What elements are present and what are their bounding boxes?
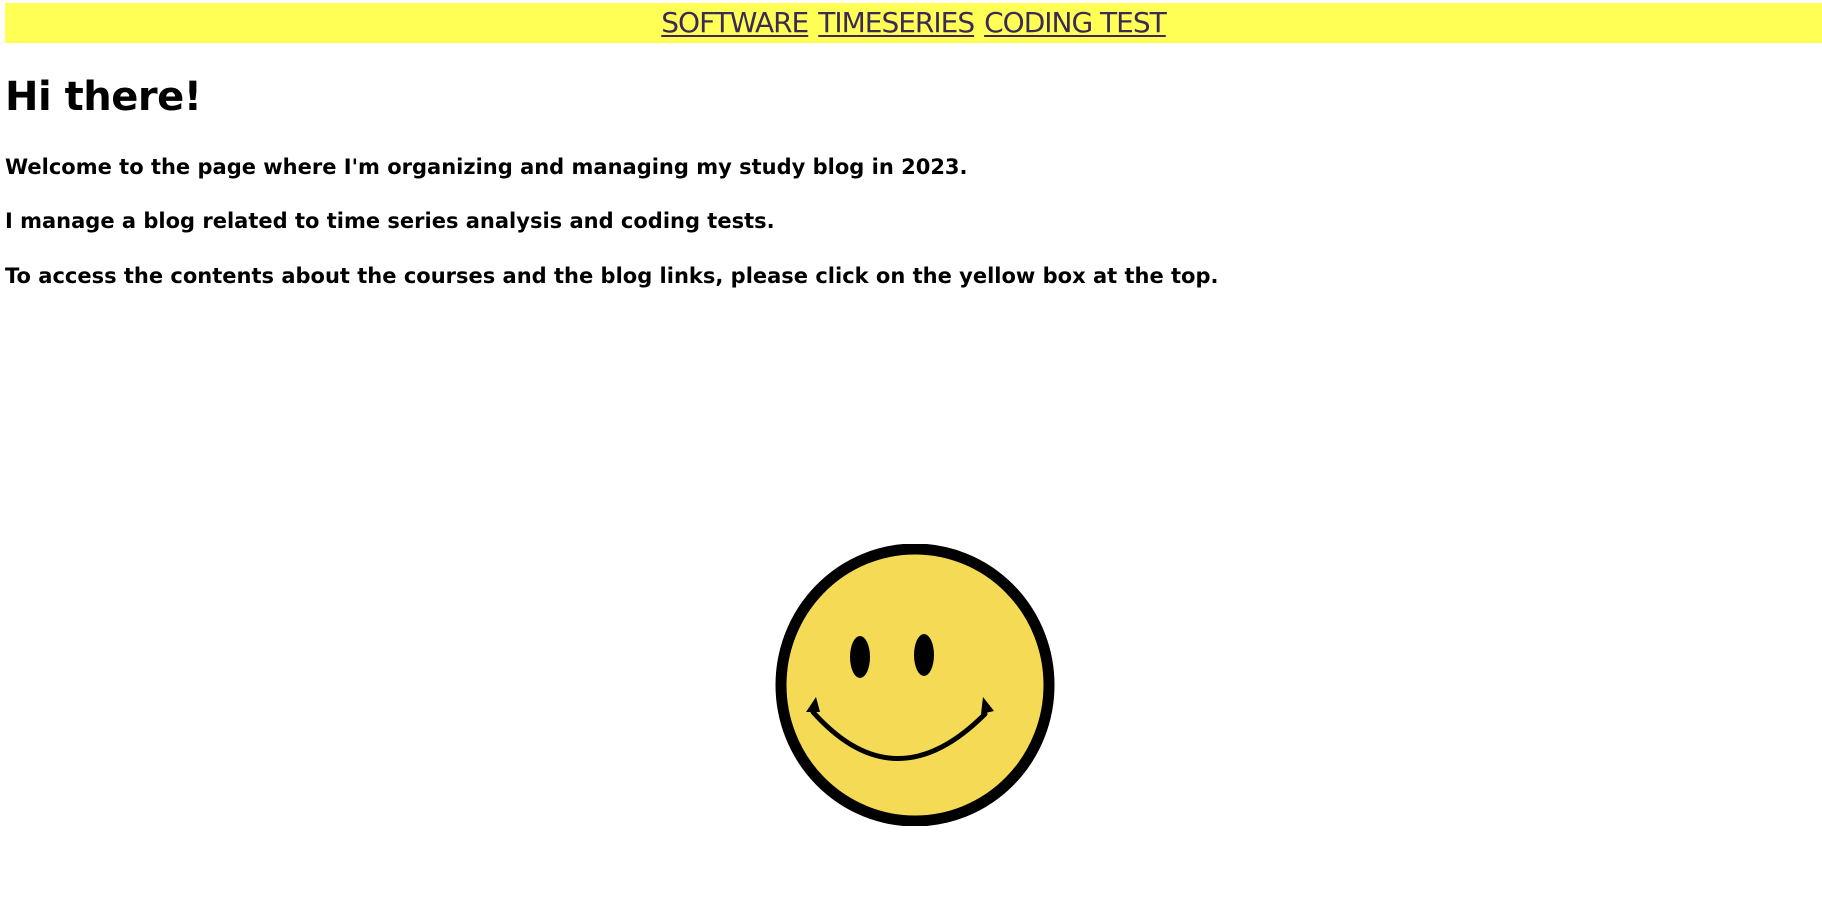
nav-link-timeseries[interactable]: TIMESERIES (818, 3, 975, 43)
page: SOFTWARE TIMESERIES CODING TEST Hi there… (0, 0, 1822, 898)
intro-paragraph-blog-topics: I manage a blog related to time series a… (5, 209, 775, 233)
nav-link-software[interactable]: SOFTWARE (661, 3, 809, 43)
top-nav-bar[interactable]: SOFTWARE TIMESERIES CODING TEST (5, 3, 1822, 43)
intro-paragraph-welcome: Welcome to the page where I'm organizing… (5, 155, 968, 179)
smiley-face-icon (775, 544, 1055, 826)
nav-link-coding-test[interactable]: CODING TEST (984, 3, 1167, 43)
intro-paragraph-instructions: To access the contents about the courses… (5, 264, 1219, 288)
page-title: Hi there! (5, 74, 202, 120)
